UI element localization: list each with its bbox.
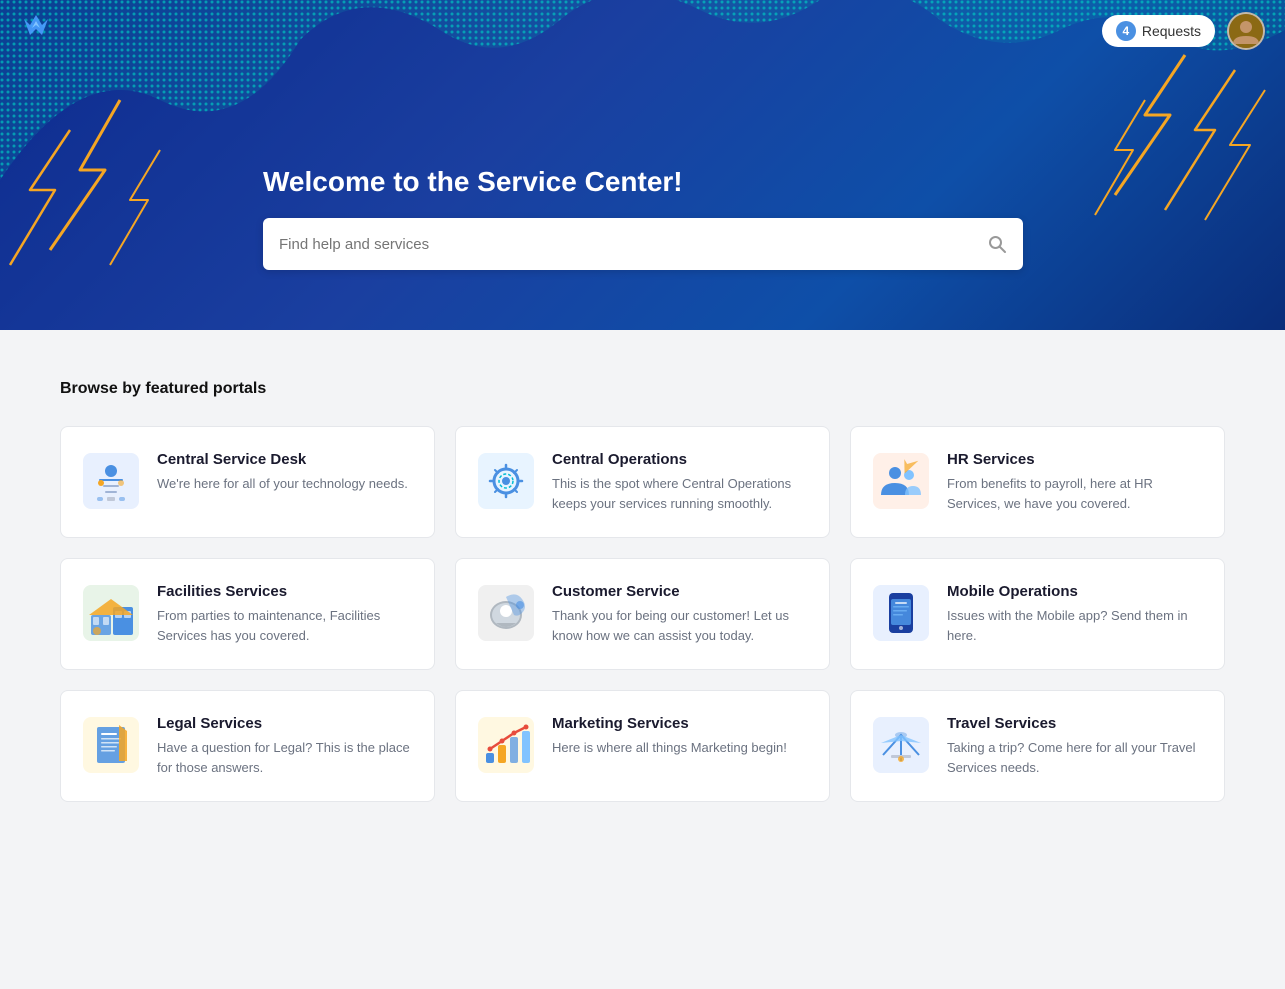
- portal-text-mobile-operations: Mobile Operations Issues with the Mobile…: [947, 583, 1204, 645]
- portal-desc-hr-services: From benefits to payroll, here at HR Ser…: [947, 474, 1204, 513]
- portal-icon-travel-services: [871, 715, 931, 775]
- section-title: Browse by featured portals: [60, 380, 1225, 398]
- portal-card-customer-service[interactable]: Customer Service Thank you for being our…: [455, 558, 830, 670]
- portals-grid: Central Service Desk We're here for all …: [60, 426, 1225, 802]
- portal-desc-travel-services: Taking a trip? Come here for all your Tr…: [947, 738, 1204, 777]
- top-bar-actions: 4 Requests: [1102, 12, 1265, 50]
- search-bar: [263, 218, 1023, 270]
- portal-card-facilities-services[interactable]: Facilities Services From parties to main…: [60, 558, 435, 670]
- hero-title: Welcome to the Service Center!: [263, 166, 1023, 198]
- lightning-left: [0, 90, 300, 290]
- portal-icon-legal-services: [81, 715, 141, 775]
- portal-text-central-service-desk: Central Service Desk We're here for all …: [157, 451, 408, 494]
- portal-card-hr-services[interactable]: HR Services From benefits to payroll, he…: [850, 426, 1225, 538]
- hero-content: Welcome to the Service Center!: [263, 166, 1023, 270]
- portal-name-hr-services: HR Services: [947, 451, 1204, 468]
- portal-icon-facilities-services: [81, 583, 141, 643]
- portal-text-customer-service: Customer Service Thank you for being our…: [552, 583, 809, 645]
- portal-desc-central-operations: This is the spot where Central Operation…: [552, 474, 809, 513]
- portal-text-central-operations: Central Operations This is the spot wher…: [552, 451, 809, 513]
- portal-name-legal-services: Legal Services: [157, 715, 414, 732]
- search-button[interactable]: [987, 234, 1007, 254]
- portal-name-central-service-desk: Central Service Desk: [157, 451, 408, 468]
- portal-card-legal-services[interactable]: Legal Services Have a question for Legal…: [60, 690, 435, 802]
- requests-count: 4: [1116, 21, 1136, 41]
- portal-name-central-operations: Central Operations: [552, 451, 809, 468]
- top-bar: 4 Requests: [0, 0, 1285, 62]
- portal-text-legal-services: Legal Services Have a question for Legal…: [157, 715, 414, 777]
- portal-name-travel-services: Travel Services: [947, 715, 1204, 732]
- portal-desc-customer-service: Thank you for being our customer! Let us…: [552, 606, 809, 645]
- requests-badge[interactable]: 4 Requests: [1102, 15, 1215, 47]
- avatar[interactable]: [1227, 12, 1265, 50]
- portal-card-central-operations[interactable]: Central Operations This is the spot wher…: [455, 426, 830, 538]
- portal-desc-marketing-services: Here is where all things Marketing begin…: [552, 738, 787, 758]
- search-input[interactable]: [279, 236, 987, 253]
- portal-icon-marketing-services: [476, 715, 536, 775]
- portal-name-facilities-services: Facilities Services: [157, 583, 414, 600]
- hero-section: 4 Requests Welcome to the Service Center…: [0, 0, 1285, 330]
- portal-text-hr-services: HR Services From benefits to payroll, he…: [947, 451, 1204, 513]
- portal-card-central-service-desk[interactable]: Central Service Desk We're here for all …: [60, 426, 435, 538]
- portal-icon-customer-service: [476, 583, 536, 643]
- portal-icon-central-operations: [476, 451, 536, 511]
- portal-name-customer-service: Customer Service: [552, 583, 809, 600]
- portal-text-travel-services: Travel Services Taking a trip? Come here…: [947, 715, 1204, 777]
- portal-icon-central-service-desk: [81, 451, 141, 511]
- portal-desc-legal-services: Have a question for Legal? This is the p…: [157, 738, 414, 777]
- portal-desc-mobile-operations: Issues with the Mobile app? Send them in…: [947, 606, 1204, 645]
- portal-card-mobile-operations[interactable]: Mobile Operations Issues with the Mobile…: [850, 558, 1225, 670]
- main-content: Browse by featured portals Central Servi…: [0, 330, 1285, 852]
- portal-icon-mobile-operations: [871, 583, 931, 643]
- portal-text-marketing-services: Marketing Services Here is where all thi…: [552, 715, 787, 758]
- portal-name-mobile-operations: Mobile Operations: [947, 583, 1204, 600]
- portal-text-facilities-services: Facilities Services From parties to main…: [157, 583, 414, 645]
- portal-desc-facilities-services: From parties to maintenance, Facilities …: [157, 606, 414, 645]
- portal-name-marketing-services: Marketing Services: [552, 715, 787, 732]
- portal-desc-central-service-desk: We're here for all of your technology ne…: [157, 474, 408, 494]
- portal-card-travel-services[interactable]: Travel Services Taking a trip? Come here…: [850, 690, 1225, 802]
- logo[interactable]: [20, 13, 52, 50]
- portal-card-marketing-services[interactable]: Marketing Services Here is where all thi…: [455, 690, 830, 802]
- portal-icon-hr-services: [871, 451, 931, 511]
- requests-label: Requests: [1142, 23, 1201, 39]
